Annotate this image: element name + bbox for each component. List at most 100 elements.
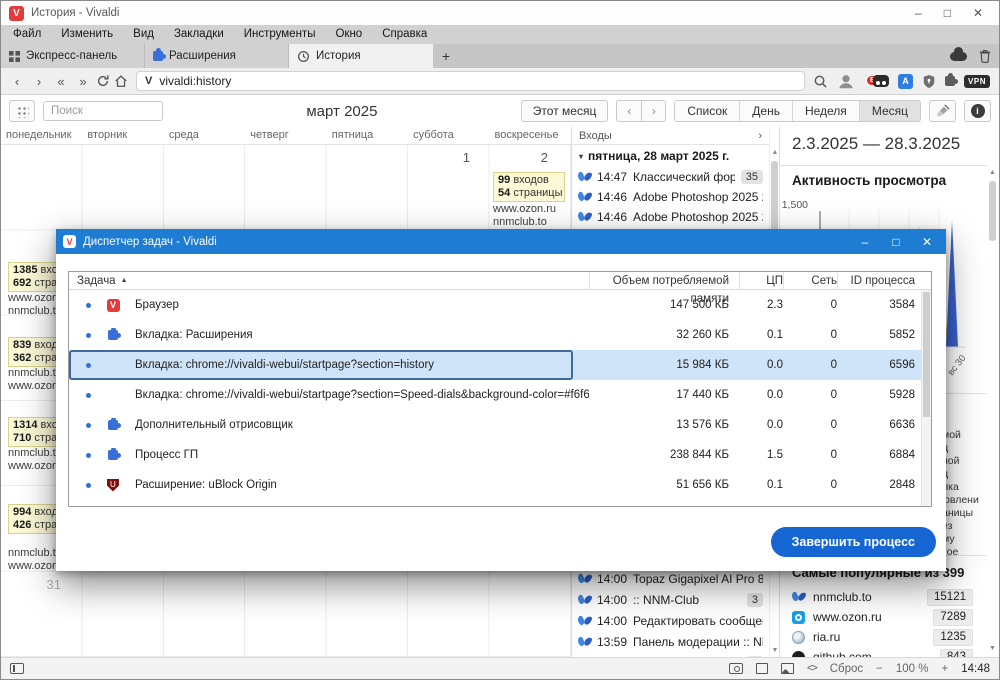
process-row[interactable]: Вкладка: Расширения 32 260 КБ 0.1 0 5852 xyxy=(69,320,931,350)
menu-item[interactable]: Закладки xyxy=(164,25,234,44)
dialog-minimize-button[interactable]: – xyxy=(853,235,877,249)
image-toggle-icon[interactable] xyxy=(781,663,795,674)
menu-item[interactable]: Вид xyxy=(123,25,164,44)
history-entry[interactable]: 14:47 Классический форум-т... 35 xyxy=(572,167,769,187)
zoom-reset-button[interactable]: Сброс xyxy=(830,663,863,675)
view-list-button[interactable]: Список xyxy=(675,101,741,121)
menu-item[interactable]: Окно xyxy=(325,25,372,44)
rewind-button[interactable]: « xyxy=(52,74,70,89)
reload-icon[interactable] xyxy=(96,74,110,88)
sort-asc-icon: ▲ xyxy=(120,277,128,284)
search-icon[interactable] xyxy=(813,74,828,89)
menu-item[interactable]: Файл xyxy=(3,25,51,44)
home-icon[interactable] xyxy=(114,74,128,88)
scroll-down-icon[interactable]: ▼ xyxy=(987,645,998,652)
clear-history-button[interactable] xyxy=(929,100,956,122)
day-number-2[interactable]: 2 xyxy=(490,150,562,165)
day-number-1[interactable]: 1 xyxy=(408,150,480,165)
entries-day-header[interactable]: ▾ пятница, 28 март 2025 г. xyxy=(579,149,729,163)
process-row[interactable]: Расширение: uBlock Origin 51 656 КБ 0.1 … xyxy=(69,470,931,500)
history-entry[interactable]: 14:46 Adobe Photoshop 2025 26.5.... xyxy=(572,207,769,227)
table-scrollbar[interactable] xyxy=(921,290,931,506)
text-fragment: ез xyxy=(942,520,953,532)
history-entry[interactable]: 14:46 Adobe Photoshop 2025 26.5.... xyxy=(572,187,769,207)
calendar-day-summary[interactable]: 99 входов 54 страницы xyxy=(493,172,565,202)
view-week-button[interactable]: Неделя xyxy=(792,101,860,121)
column-pid[interactable]: ID процесса xyxy=(837,272,931,289)
history-entry[interactable]: 14:00 :: NNM-Club 3 xyxy=(572,589,769,610)
truncated-text-fragments: мойднойдлкаювленианицыезмутое xyxy=(942,429,979,559)
info-button[interactable] xyxy=(964,100,991,122)
expand-panel-icon[interactable]: › xyxy=(758,130,762,142)
popular-site-row[interactable]: ria.ru 1235 xyxy=(792,627,973,647)
fast-forward-button[interactable]: » xyxy=(74,74,92,89)
window-close-button[interactable]: ✕ xyxy=(973,6,983,20)
process-row[interactable]: Дополнительный отрисовщик 13 576 КБ 0.0 … xyxy=(69,410,931,440)
panel-toggle-icon[interactable] xyxy=(10,663,24,674)
visit-count-badge: 1235 xyxy=(933,628,973,646)
process-row[interactable]: Вкладка: chrome://vivaldi-webui/startpag… xyxy=(69,380,931,410)
scroll-up-icon[interactable]: ▲ xyxy=(987,169,998,176)
extensions-menu-icon[interactable] xyxy=(945,73,959,86)
process-row[interactable]: Браузер 147 500 КБ 2.3 0 3584 xyxy=(69,290,931,320)
prev-month-button[interactable]: ‹ xyxy=(616,100,642,122)
history-search-input[interactable] xyxy=(43,101,163,121)
view-day-button[interactable]: День xyxy=(740,101,793,121)
day-number-31[interactable]: 31 xyxy=(1,577,73,592)
dialog-close-button[interactable]: ✕ xyxy=(915,235,939,249)
scrollbar-thumb[interactable] xyxy=(771,161,778,231)
popular-site-row[interactable]: www.ozon.ru 7289 xyxy=(792,607,973,627)
menu-item[interactable]: Инструменты xyxy=(234,25,326,44)
translate-extension-icon[interactable] xyxy=(898,73,914,89)
history-entry[interactable]: 14:00 Topaz Gigapixel AI Pro 8.3.3 ... xyxy=(572,568,769,589)
dialog-title-bar[interactable]: V Диспетчер задач - Vivaldi – □ ✕ xyxy=(56,229,946,254)
calendar-day-links[interactable]: www.ozon.ru nnmclub.to xyxy=(493,203,569,229)
popular-site-row[interactable]: nnmclub.to 15121 xyxy=(792,587,973,607)
view-grid-button[interactable] xyxy=(9,100,35,122)
history-entry[interactable]: 13:59 Панель модерации :: NNM-... xyxy=(572,631,769,652)
vpn-badge[interactable]: VPN xyxy=(964,74,990,88)
tab-bar: Экспресс-панель Расширения История + xyxy=(1,44,999,68)
window-minimize-button[interactable]: – xyxy=(915,6,922,20)
menu-item[interactable]: Справка xyxy=(372,25,437,44)
end-process-button[interactable]: Завершить процесс xyxy=(770,527,936,557)
page-source-icon[interactable]: <> xyxy=(807,663,818,674)
zoom-out-button[interactable]: − xyxy=(876,663,883,675)
mask-extension-icon[interactable] xyxy=(873,75,890,87)
process-row[interactable]: Процесс ГП 238 844 КБ 1.5 0 6884 xyxy=(69,440,931,470)
profile-avatar-icon[interactable] xyxy=(837,72,855,90)
dialog-maximize-button[interactable]: □ xyxy=(884,235,908,249)
process-row[interactable]: Вкладка: chrome://vivaldi-webui/startpag… xyxy=(69,350,931,380)
menu-item[interactable]: Изменить xyxy=(51,25,123,44)
scrollbar-thumb[interactable] xyxy=(989,181,996,241)
this-month-button[interactable]: Этот месяц xyxy=(520,100,609,122)
url-field[interactable]: V vivaldi:history xyxy=(136,71,806,91)
stats-scrollbar[interactable]: ▲ ▼ xyxy=(987,127,998,657)
tab-history[interactable]: История xyxy=(289,44,433,68)
page-actions-icon[interactable] xyxy=(756,663,769,674)
forward-button[interactable]: › xyxy=(30,74,48,89)
column-network[interactable]: Сеть xyxy=(783,272,837,289)
column-cpu[interactable]: ЦП xyxy=(739,272,783,289)
new-tab-button[interactable]: + xyxy=(433,44,459,68)
history-entry[interactable]: 14:00 Редактировать сообщение :... xyxy=(572,610,769,631)
entry-count-badge: 3 xyxy=(746,592,763,607)
zoom-in-button[interactable]: + xyxy=(942,663,949,675)
tab-speed-dial[interactable]: Экспресс-панель xyxy=(1,44,145,68)
view-month-button[interactable]: Месяц xyxy=(859,101,920,121)
grid-dots-icon xyxy=(15,104,29,118)
column-memory[interactable]: Объем потребляемой памяти xyxy=(589,272,739,305)
capture-icon[interactable] xyxy=(729,663,744,674)
window-maximize-button[interactable]: □ xyxy=(944,6,951,20)
back-button[interactable]: ‹ xyxy=(8,74,26,89)
shield-icon[interactable] xyxy=(922,74,936,89)
next-month-button[interactable]: › xyxy=(641,100,667,122)
sync-cloud-icon[interactable] xyxy=(950,46,967,61)
dialog-title: Диспетчер задач - Vivaldi xyxy=(83,235,217,248)
text-fragment: лка xyxy=(942,481,959,493)
trash-icon[interactable] xyxy=(979,49,991,63)
task-manager-dialog: V Диспетчер задач - Vivaldi – □ ✕ Задача… xyxy=(56,229,946,571)
tab-extensions[interactable]: Расширения xyxy=(145,44,289,68)
column-task[interactable]: Задача ▲ xyxy=(69,275,589,287)
scrollbar-thumb[interactable] xyxy=(923,292,930,417)
